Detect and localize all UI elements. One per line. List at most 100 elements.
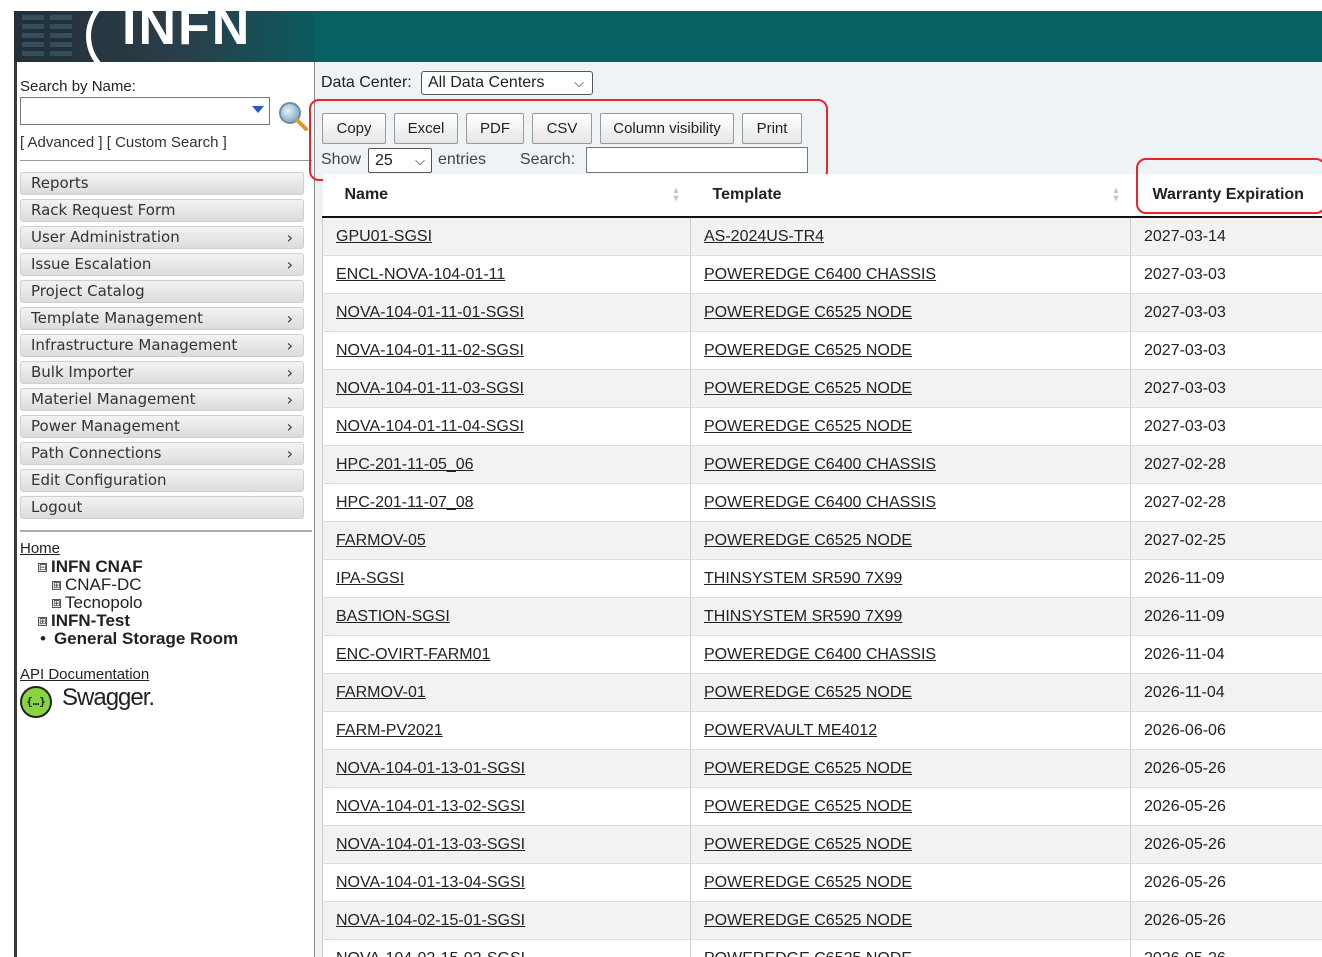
template-link[interactable]: POWEREDGE C6525 NODE — [704, 684, 912, 701]
nav-item-template-management[interactable]: Template Management › — [20, 307, 304, 330]
nav-item-materiel-management[interactable]: Materiel Management › — [20, 388, 304, 411]
template-link[interactable]: POWEREDGE C6525 NODE — [704, 912, 912, 929]
expand-toggle-icon[interactable]: ⊞ — [52, 581, 61, 591]
api-documentation-link[interactable]: API Documentation — [20, 666, 149, 683]
name-link[interactable]: FARMOV-05 — [336, 532, 426, 549]
cell-name: NOVA-104-02-15-02-SGSI — [322, 939, 691, 957]
tree-home-link[interactable]: Home — [20, 540, 60, 558]
nav-item-user-administration[interactable]: User Administration › — [20, 226, 304, 249]
column-header-name[interactable]: Name ▲ ▼ — [322, 174, 691, 218]
infn-logo[interactable]: INFN — [14, 11, 314, 62]
name-link[interactable]: FARM-PV2021 — [336, 722, 443, 739]
tree-node-label[interactable]: CNAF-DC — [65, 575, 142, 594]
search-icon[interactable] — [276, 100, 310, 132]
template-link[interactable]: THINSYSTEM SR590 7X99 — [704, 570, 902, 587]
nav-item-project-catalog[interactable]: Project Catalog — [20, 280, 304, 303]
template-link[interactable]: POWEREDGE C6525 NODE — [704, 950, 912, 957]
custom-search-link[interactable]: Custom Search — [115, 134, 218, 151]
table-row: NOVA-104-01-13-01-SGSI POWEREDGE C6525 NO… — [322, 749, 1322, 788]
name-link[interactable]: NOVA-104-01-13-04-SGSI — [336, 874, 525, 891]
template-link[interactable]: THINSYSTEM SR590 7X99 — [704, 608, 902, 625]
nav-menu: Reports Rack Request Form User Administrat… — [20, 172, 306, 523]
template-link[interactable]: POWEREDGE C6525 NODE — [704, 798, 912, 815]
name-link[interactable]: NOVA-104-01-13-01-SGSI — [336, 760, 525, 777]
column-header-template[interactable]: Template ▲ ▼ — [690, 174, 1131, 218]
cell-template: POWEREDGE C6525 NODE — [690, 939, 1131, 957]
nav-item-label: Infrastructure Management — [31, 336, 238, 354]
tree-node-general-storage-room[interactable]: • General Storage Room — [40, 630, 238, 648]
template-link[interactable]: POWEREDGE C6525 NODE — [704, 380, 912, 397]
highlight-box-warranty-column — [1136, 158, 1322, 214]
nav-item-label: Reports — [31, 174, 89, 192]
template-link[interactable]: POWERVAULT ME4012 — [704, 722, 877, 739]
tree-node-tecnopolo[interactable]: ⊞ Tecnopolo — [52, 594, 143, 612]
nav-item-rack-request-form[interactable]: Rack Request Form — [20, 199, 304, 222]
collapse-toggle-icon[interactable]: ⊟ — [38, 563, 47, 573]
template-link[interactable]: POWEREDGE C6400 CHASSIS — [704, 266, 936, 283]
tree-node-cnaf-dc[interactable]: ⊞ CNAF-DC — [52, 576, 142, 594]
chevron-right-icon: › — [286, 255, 293, 274]
nav-item-infrastructure-management[interactable]: Infrastructure Management › — [20, 334, 304, 357]
tree-node-label[interactable]: INFN CNAF — [51, 557, 143, 576]
nav-item-logout[interactable]: Logout — [20, 496, 304, 519]
template-link[interactable]: POWEREDGE C6525 NODE — [704, 760, 912, 777]
search-by-name-input[interactable] — [20, 97, 270, 125]
name-link[interactable]: NOVA-104-01-11-04-SGSI — [336, 418, 524, 435]
name-link[interactable]: NOVA-104-01-13-03-SGSI — [336, 836, 525, 853]
name-link[interactable]: HPC-201-11-07_08 — [336, 494, 474, 511]
advanced-search-link[interactable]: Advanced — [28, 134, 95, 151]
data-center-select[interactable]: All Data Centers ⌵ — [421, 71, 593, 95]
name-link[interactable]: NOVA-104-01-13-02-SGSI — [336, 798, 525, 815]
tree-node-label[interactable]: General Storage Room — [54, 629, 238, 648]
template-link[interactable]: AS-2024US-TR4 — [704, 228, 824, 245]
template-link[interactable]: POWEREDGE C6525 NODE — [704, 874, 912, 891]
template-link[interactable]: POWEREDGE C6400 CHASSIS — [704, 494, 936, 511]
tree-node-infn-cnaf[interactable]: ⊟ INFN CNAF — [38, 558, 143, 576]
tree-node-label[interactable]: Tecnopolo — [65, 593, 143, 612]
name-link[interactable]: GPU01-SGSI — [336, 228, 432, 245]
name-link[interactable]: NOVA-104-02-15-01-SGSI — [336, 912, 525, 929]
cell-warranty: 2027-03-03 — [1130, 369, 1322, 408]
name-link[interactable]: NOVA-104-01-11-01-SGSI — [336, 304, 524, 321]
nav-item-reports[interactable]: Reports — [20, 172, 304, 195]
swagger-icon: {…} — [20, 686, 52, 718]
name-link[interactable]: IPA-SGSI — [336, 570, 404, 587]
cell-name: NOVA-104-01-13-01-SGSI — [322, 749, 691, 788]
nav-item-bulk-importer[interactable]: Bulk Importer › — [20, 361, 304, 384]
sort-arrows-icon: ▲ ▼ — [1111, 185, 1121, 203]
name-link[interactable]: FARMOV-01 — [336, 684, 426, 701]
template-link[interactable]: POWEREDGE C6525 NODE — [704, 532, 912, 549]
tree-node-infn-test[interactable]: ⊞ INFN-Test — [38, 612, 130, 630]
name-link[interactable]: NOVA-104-01-11-02-SGSI — [336, 342, 524, 359]
nav-item-issue-escalation[interactable]: Issue Escalation › — [20, 253, 304, 276]
nav-item-edit-configuration[interactable]: Edit Configuration — [20, 469, 304, 492]
name-link[interactable]: ENC-OVIRT-FARM01 — [336, 646, 490, 663]
name-link[interactable]: NOVA-104-02-15-02-SGSI — [336, 950, 525, 957]
chevron-right-icon: › — [286, 228, 293, 247]
template-link[interactable]: POWEREDGE C6525 NODE — [704, 836, 912, 853]
template-link[interactable]: POWEREDGE C6400 CHASSIS — [704, 646, 936, 663]
nav-item-power-management[interactable]: Power Management › — [20, 415, 304, 438]
cell-template: POWEREDGE C6525 NODE — [690, 863, 1131, 902]
name-link[interactable]: ENCL-NOVA-104-01-11 — [336, 266, 505, 283]
template-link[interactable]: POWEREDGE C6525 NODE — [704, 342, 912, 359]
search-links: [ Advanced ] [ Custom Search ] — [20, 134, 227, 151]
search-dropdown-caret-icon[interactable] — [252, 106, 264, 113]
name-link[interactable]: HPC-201-11-05_06 — [336, 456, 474, 473]
data-center-value: All Data Centers — [428, 74, 545, 91]
name-link[interactable]: BASTION-SGSI — [336, 608, 450, 625]
chevron-right-icon: › — [286, 363, 293, 382]
template-link[interactable]: POWEREDGE C6525 NODE — [704, 418, 912, 435]
column-header-label: Template — [712, 186, 782, 203]
expand-toggle-icon[interactable]: ⊞ — [38, 617, 47, 627]
cell-template: POWEREDGE C6525 NODE — [690, 901, 1131, 940]
nav-item-path-connections[interactable]: Path Connections › — [20, 442, 304, 465]
template-link[interactable]: POWEREDGE C6525 NODE — [704, 304, 912, 321]
cell-template: POWEREDGE C6400 CHASSIS — [690, 635, 1131, 674]
name-link[interactable]: NOVA-104-01-11-03-SGSI — [336, 380, 524, 397]
expand-toggle-icon[interactable]: ⊞ — [52, 599, 61, 609]
template-link[interactable]: POWEREDGE C6400 CHASSIS — [704, 456, 936, 473]
cell-template: THINSYSTEM SR590 7X99 — [690, 559, 1131, 598]
cell-template: POWEREDGE C6525 NODE — [690, 521, 1131, 560]
tree-node-label[interactable]: INFN-Test — [51, 611, 130, 630]
